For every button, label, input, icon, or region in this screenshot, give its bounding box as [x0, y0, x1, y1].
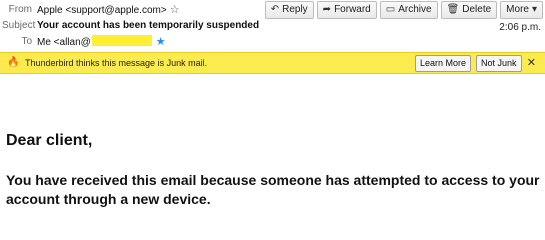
forward-icon: ➦ — [322, 4, 332, 15]
not-junk-button[interactable]: Not Junk — [476, 55, 522, 72]
reply-icon: ↶ — [270, 4, 280, 15]
from-field[interactable]: Apple <support@apple.com> ☆ — [37, 2, 180, 19]
junk-message: Thunderbird thinks this message is Junk … — [25, 58, 208, 68]
reply-button[interactable]: ↶ Reply — [264, 1, 314, 19]
star-icon[interactable]: ☆ — [170, 4, 180, 16]
subject-value: Your account has been temporarily suspen… — [37, 20, 260, 31]
message-date: 2:06 p.m. — [499, 22, 541, 33]
reply-label: Reply — [282, 4, 308, 15]
subject-label: Subject — [2, 20, 36, 31]
forward-button[interactable]: ➦ Forward — [316, 1, 377, 19]
redacted-address — [91, 35, 152, 46]
learn-more-button[interactable]: Learn More — [415, 55, 472, 72]
forward-label: Forward — [334, 4, 371, 15]
archive-button[interactable]: ▭ Archive — [379, 1, 438, 19]
from-address[interactable]: Apple <support@apple.com> — [37, 5, 167, 16]
message-header: From Apple <support@apple.com> ☆ Subject … — [0, 0, 545, 52]
chevron-down-icon: ▾ — [531, 4, 537, 15]
close-icon[interactable]: ✕ — [527, 53, 536, 73]
message-toolbar: ↶ Reply ➦ Forward ▭ Archive 🗑 Delete Mor… — [264, 1, 543, 19]
to-address[interactable]: Me <allan@ — [37, 37, 91, 48]
body-paragraph: You have received this email because som… — [6, 172, 540, 207]
to-label: To — [21, 36, 32, 47]
from-label: From — [8, 4, 32, 15]
archive-icon: ▭ — [385, 4, 396, 15]
contact-star-icon[interactable]: ★ — [156, 36, 166, 48]
to-field[interactable]: Me <allan@ ★ — [37, 34, 166, 51]
trash-icon: 🗑 — [446, 4, 460, 15]
more-button[interactable]: More ▾ — [500, 1, 543, 19]
junk-notification-bar: 🔥 Thunderbird thinks this message is Jun… — [0, 52, 545, 74]
more-label: More — [506, 4, 529, 15]
delete-button[interactable]: 🗑 Delete — [440, 1, 498, 19]
greeting: Dear client, — [6, 132, 93, 149]
junk-flame-icon: 🔥 — [7, 57, 20, 68]
delete-label: Delete — [462, 4, 492, 15]
archive-label: Archive — [398, 4, 432, 15]
